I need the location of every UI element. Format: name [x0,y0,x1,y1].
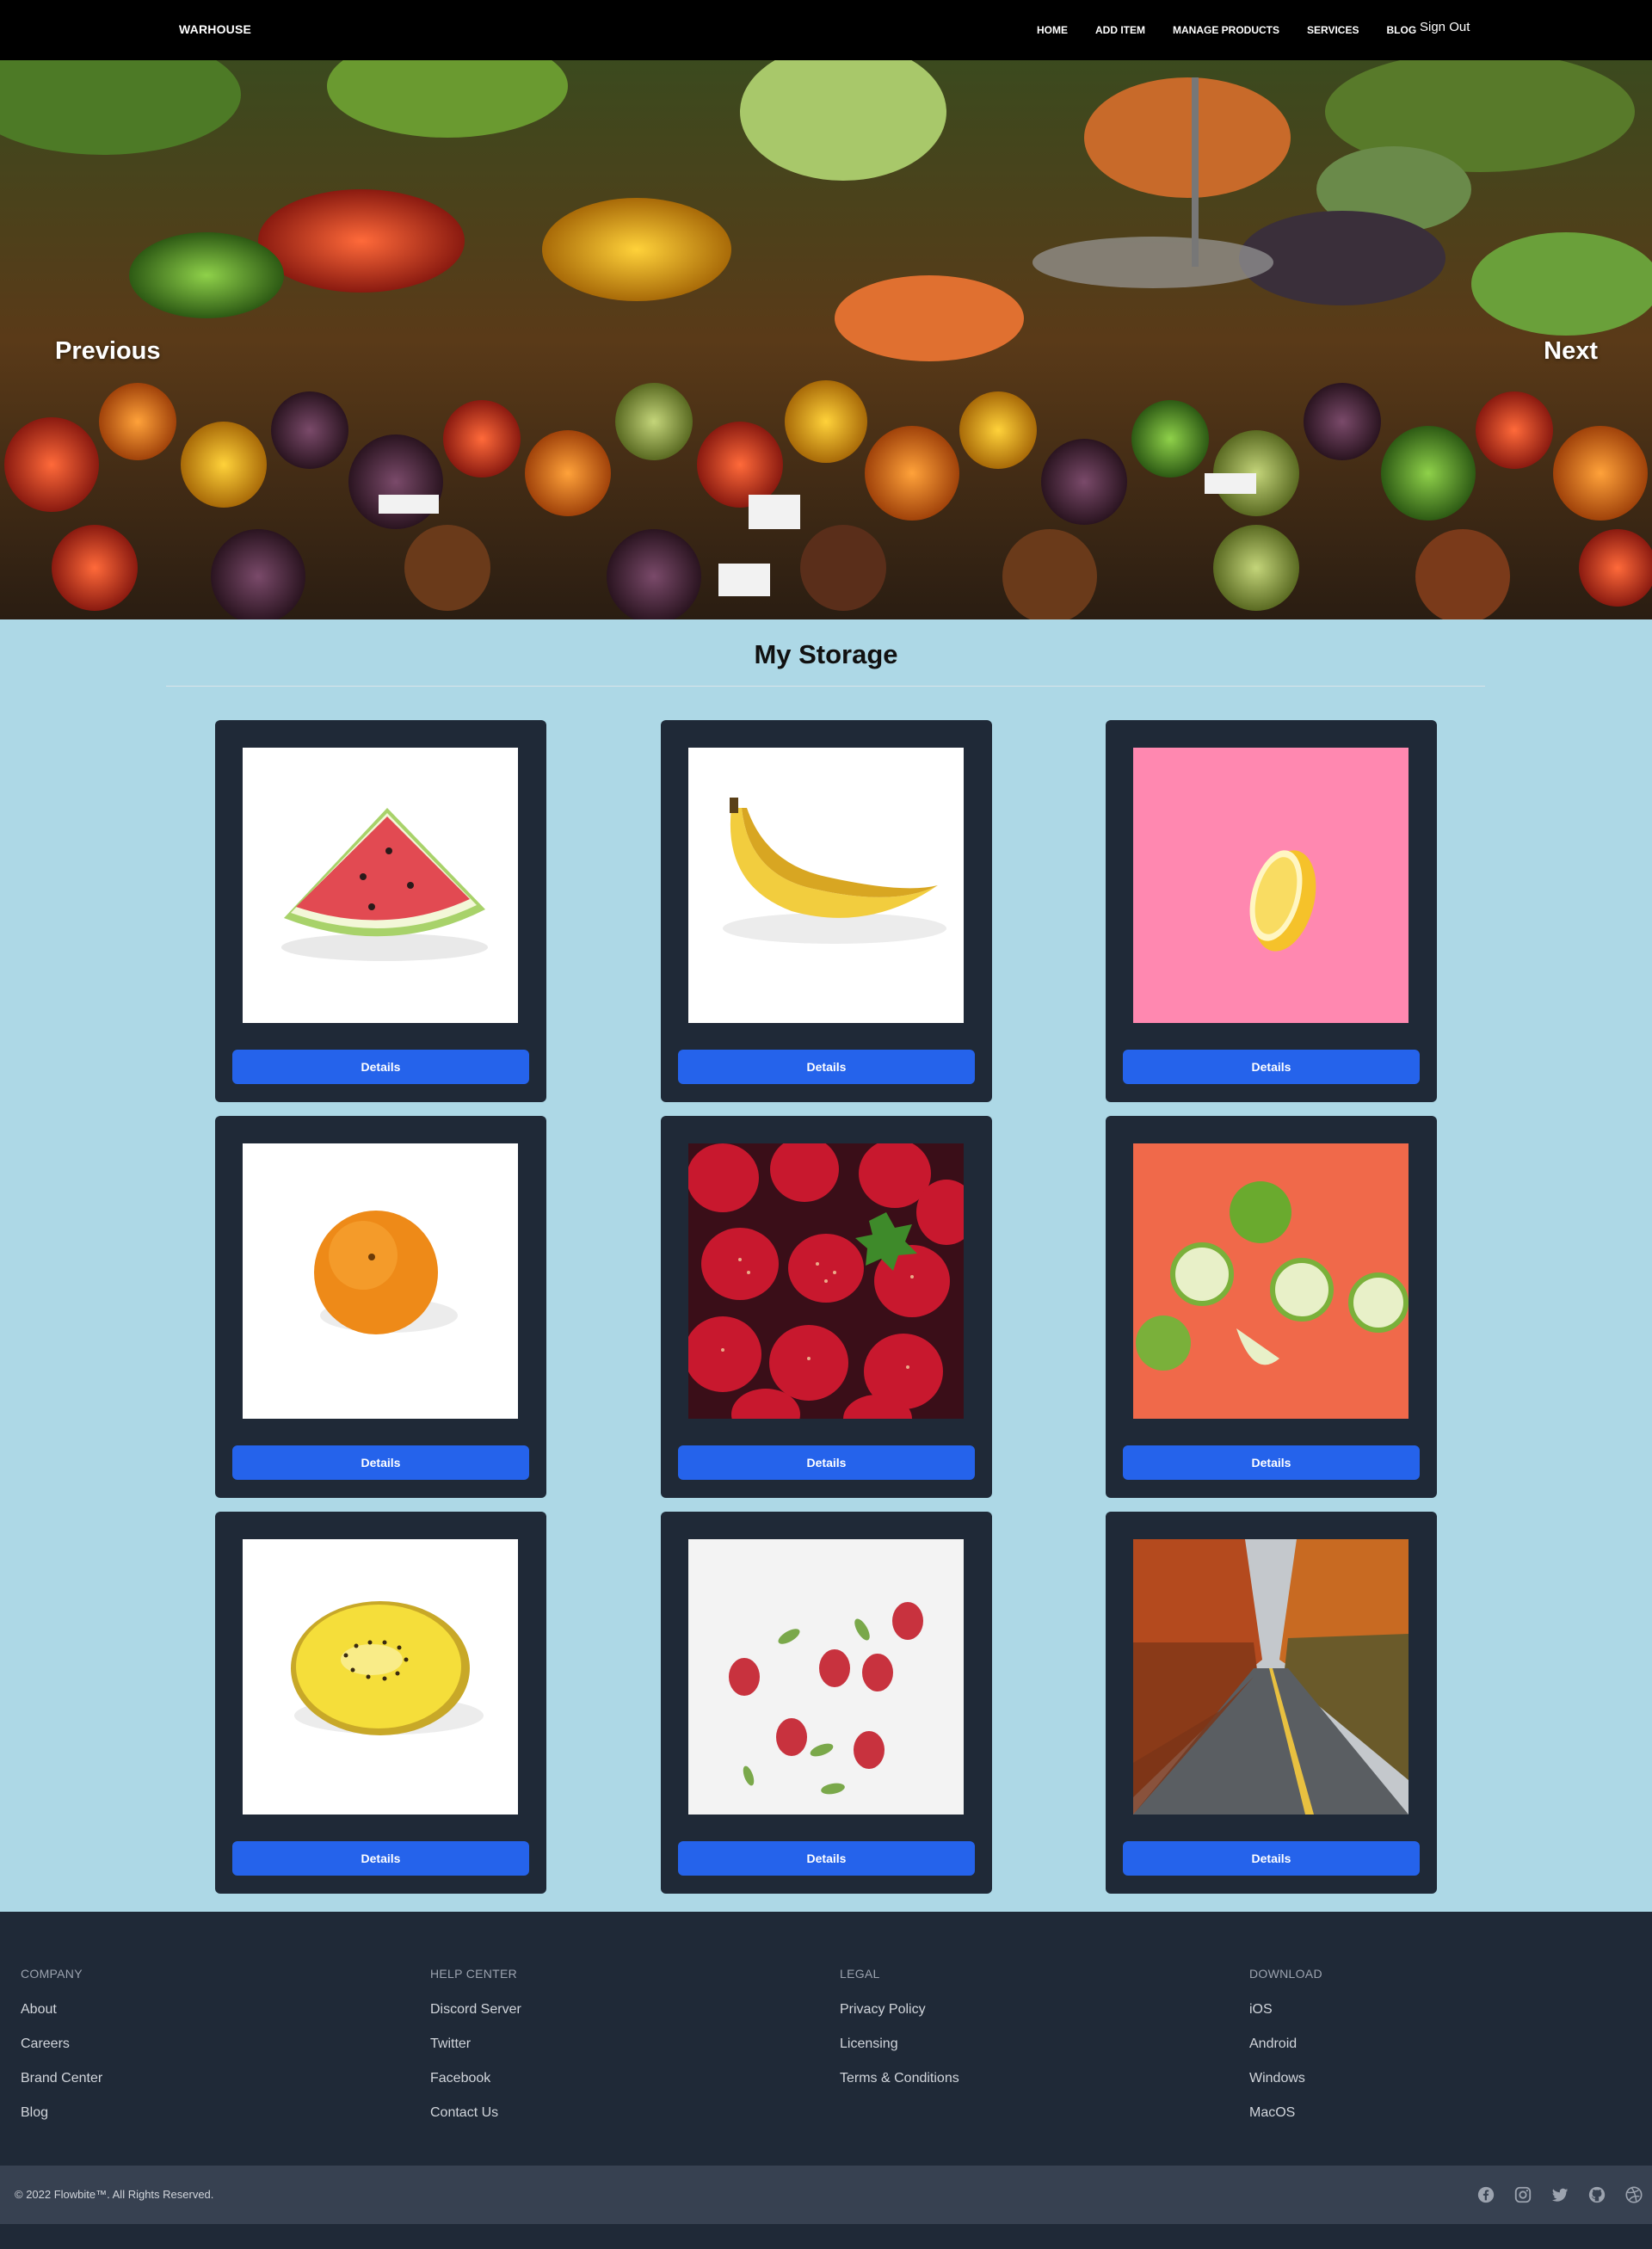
instagram-icon[interactable] [1513,2185,1532,2204]
nav-link-home[interactable]: HOME [1037,24,1068,36]
details-button[interactable]: Details [1123,1050,1420,1084]
dribbble-icon[interactable] [1624,2185,1643,2204]
lemon-half-image [1133,748,1409,1023]
details-button[interactable]: Details [678,1445,975,1480]
footer-link-android[interactable]: Android [1249,2036,1322,2053]
product-card: Details [1106,720,1437,1102]
banana-image [688,748,964,1023]
product-card: Details [215,1116,546,1498]
footer-heading: HELP CENTER [430,1967,518,1981]
twitter-icon[interactable] [1550,2185,1569,2204]
product-card: Details [215,1512,546,1894]
facebook-icon[interactable] [1476,2185,1495,2204]
strawberries-image [688,1143,964,1419]
footer-bottom-bar: © 2022 Flowbite™. All Rights Reserved. [0,2166,1652,2224]
footer-link-terms[interactable]: Terms & Conditions [840,2070,959,2087]
social-links [1476,2185,1643,2204]
watermelon-slice-image [243,748,518,1023]
footer-link-privacy[interactable]: Privacy Policy [840,2001,959,2018]
section-divider [166,686,1485,687]
footer-heading: COMPANY [21,1967,83,1981]
footer-column-legal: LEGAL Privacy Policy Licensing Terms & C… [840,1967,959,2104]
sign-out-button[interactable]: Sign Out [1420,20,1470,34]
footer-link-blog[interactable]: Blog [21,2104,102,2122]
github-icon[interactable] [1587,2185,1606,2204]
raspberries-image [688,1539,964,1815]
footer-column-help-center: HELP CENTER Discord Server Twitter Faceb… [430,1967,521,2139]
footer-link-facebook[interactable]: Facebook [430,2070,521,2087]
nav-link-blog[interactable]: BLOG [1386,24,1416,36]
top-navbar: WARHOUSE HOME ADD ITEM MANAGE PRODUCTS S… [0,0,1652,60]
copyright-text: © 2022 Flowbite™. All Rights Reserved. [15,2188,214,2201]
product-card: Details [661,1116,992,1498]
storage-section: My Storage Details Details Details Detai… [0,619,1652,1912]
footer-link-windows[interactable]: Windows [1249,2070,1322,2087]
details-button[interactable]: Details [232,1050,529,1084]
section-title: My Storage [754,639,898,669]
carousel-next-button[interactable]: Next [1544,337,1598,366]
product-card: Details [661,1512,992,1894]
product-card: Details [1106,1116,1437,1498]
product-card: Details [215,720,546,1102]
nav-links: HOME ADD ITEM MANAGE PRODUCTS SERVICES B… [1037,24,1444,36]
product-card: Details [661,720,992,1102]
footer-link-twitter[interactable]: Twitter [430,2036,521,2053]
product-card: Details [1106,1512,1437,1894]
details-button[interactable]: Details [232,1841,529,1876]
market-produce-image [0,60,1652,619]
autumn-road-image [1133,1539,1409,1815]
footer-link-discord[interactable]: Discord Server [430,2001,521,2018]
nav-link-manage-products[interactable]: MANAGE PRODUCTS [1173,24,1279,36]
footer-column-company: COMPANY About Careers Brand Center Blog [21,1967,102,2139]
footer-link-macos[interactable]: MacOS [1249,2104,1322,2122]
hero-carousel: Previous Next [0,60,1652,619]
carousel-previous-button[interactable]: Previous [55,337,161,366]
details-button[interactable]: Details [1123,1841,1420,1876]
footer-link-brand-center[interactable]: Brand Center [21,2070,102,2087]
brand-logo[interactable]: WARHOUSE [179,22,251,36]
footer-column-download: DOWNLOAD iOS Android Windows MacOS [1249,1967,1322,2139]
footer-link-careers[interactable]: Careers [21,2036,102,2053]
footer-heading: DOWNLOAD [1249,1967,1322,1981]
orange-image [243,1143,518,1419]
nav-link-services[interactable]: SERVICES [1307,24,1359,36]
footer-heading: LEGAL [840,1967,880,1981]
yellow-kiwi-image [243,1539,518,1815]
nav-link-add-item[interactable]: ADD ITEM [1095,24,1145,36]
details-button[interactable]: Details [1123,1445,1420,1480]
footer-link-about[interactable]: About [21,2001,102,2018]
green-apples-image [1133,1143,1409,1419]
footer-link-licensing[interactable]: Licensing [840,2036,959,2053]
details-button[interactable]: Details [678,1841,975,1876]
details-button[interactable]: Details [232,1445,529,1480]
details-button[interactable]: Details [678,1050,975,1084]
footer: COMPANY About Careers Brand Center Blog … [0,1912,1652,2249]
footer-link-contact[interactable]: Contact Us [430,2104,521,2122]
footer-link-ios[interactable]: iOS [1249,2001,1322,2018]
